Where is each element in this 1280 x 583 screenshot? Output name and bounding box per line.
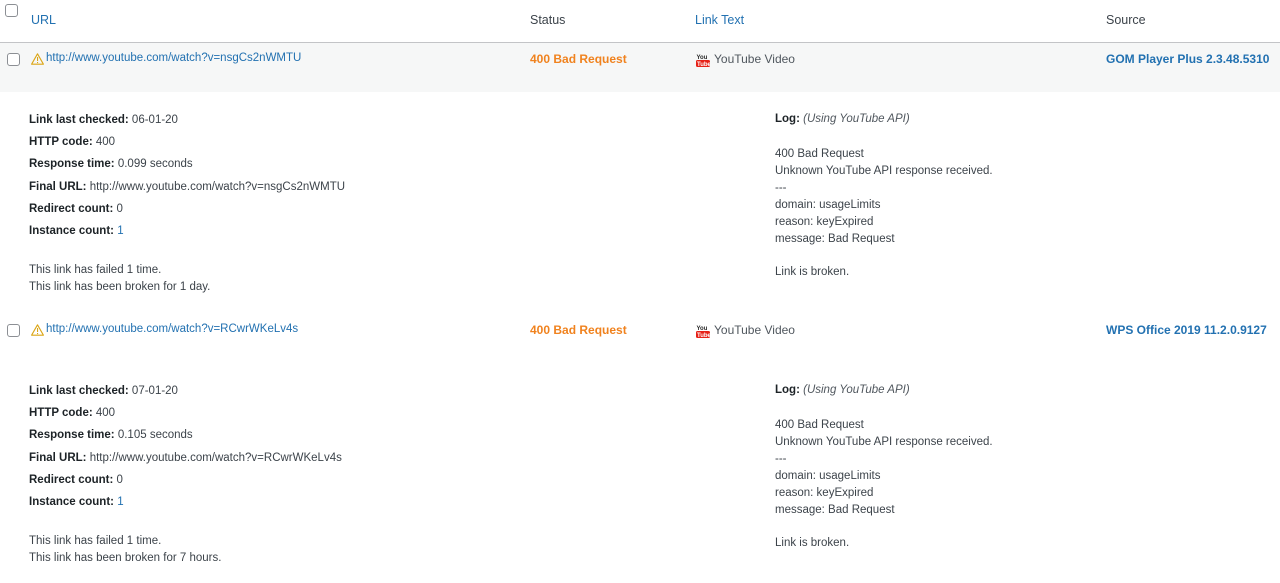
column-header-status: Status [530, 13, 566, 27]
status-badge: 400 Bad Request [530, 323, 627, 337]
column-header-link-text[interactable]: Link Text [695, 13, 744, 27]
log-line: message: Bad Request [775, 233, 895, 245]
svg-text:Tube: Tube [697, 333, 710, 338]
instance-count-link[interactable]: 1 [117, 496, 123, 508]
log-line: Unknown YouTube API response received. [775, 436, 993, 448]
log-line: message: Bad Request [775, 504, 895, 516]
warning-icon [31, 53, 44, 65]
detail-http-code: HTTP code: 400 [29, 136, 116, 148]
youtube-icon: You Tube [696, 326, 710, 338]
log-line: 400 Bad Request [775, 419, 864, 431]
log-line: reason: keyExpired [775, 487, 874, 499]
table-header: URL Status Link Text Source [0, 0, 1280, 43]
detail-last-checked: Link last checked: 06-01-20 [29, 114, 178, 126]
log-summary: Link is broken. [775, 537, 850, 549]
detail-response-time: Response time: 0.105 seconds [29, 429, 193, 441]
select-all-checkbox[interactable] [5, 4, 18, 17]
detail-instance-count: Instance count: 1 [29, 496, 124, 508]
detail-failed-text: This link has failed 1 time. [29, 264, 162, 276]
link-text: YouTube Video [714, 323, 795, 337]
log-summary: Link is broken. [775, 266, 850, 278]
detail-final-url: Final URL: http://www.youtube.com/watch?… [29, 181, 346, 193]
link-url[interactable]: http://www.youtube.com/watch?v=RCwrWKeLv… [46, 323, 298, 335]
log-line: 400 Bad Request [775, 148, 864, 160]
row-checkbox[interactable] [7, 53, 20, 66]
detail-response-time: Response time: 0.099 seconds [29, 158, 193, 170]
youtube-icon: You Tube [696, 55, 710, 67]
log-title: Log: (Using YouTube API) [775, 384, 910, 396]
source-link[interactable]: WPS Office 2019 11.2.0.9127 [1106, 323, 1267, 337]
log-line: --- [775, 453, 787, 465]
detail-broken-text: This link has been broken for 1 day. [29, 281, 211, 293]
link-text: YouTube Video [714, 52, 795, 66]
detail-final-url: Final URL: http://www.youtube.com/watch?… [29, 452, 342, 464]
table-row [0, 43, 1280, 92]
log-line: reason: keyExpired [775, 216, 874, 228]
column-header-url[interactable]: URL [31, 13, 56, 27]
detail-redirect-count: Redirect count: 0 [29, 474, 123, 486]
link-url[interactable]: http://www.youtube.com/watch?v=nsgCs2nWM… [46, 52, 301, 64]
detail-broken-text: This link has been broken for 7 hours. [29, 552, 222, 564]
detail-instance-count: Instance count: 1 [29, 225, 124, 237]
row-checkbox[interactable] [7, 324, 20, 337]
log-title: Log: (Using YouTube API) [775, 113, 910, 125]
warning-icon [31, 324, 44, 336]
detail-failed-text: This link has failed 1 time. [29, 535, 162, 547]
column-header-source: Source [1106, 13, 1146, 27]
detail-redirect-count: Redirect count: 0 [29, 203, 123, 215]
instance-count-link[interactable]: 1 [117, 225, 123, 237]
log-line: domain: usageLimits [775, 470, 881, 482]
log-line: domain: usageLimits [775, 199, 881, 211]
detail-http-code: HTTP code: 400 [29, 407, 116, 419]
detail-last-checked: Link last checked: 07-01-20 [29, 385, 178, 397]
log-line: Unknown YouTube API response received. [775, 165, 993, 177]
status-badge: 400 Bad Request [530, 52, 627, 66]
svg-text:Tube: Tube [697, 62, 710, 67]
source-link[interactable]: GOM Player Plus 2.3.48.5310 [1106, 52, 1269, 66]
log-line: --- [775, 182, 787, 194]
